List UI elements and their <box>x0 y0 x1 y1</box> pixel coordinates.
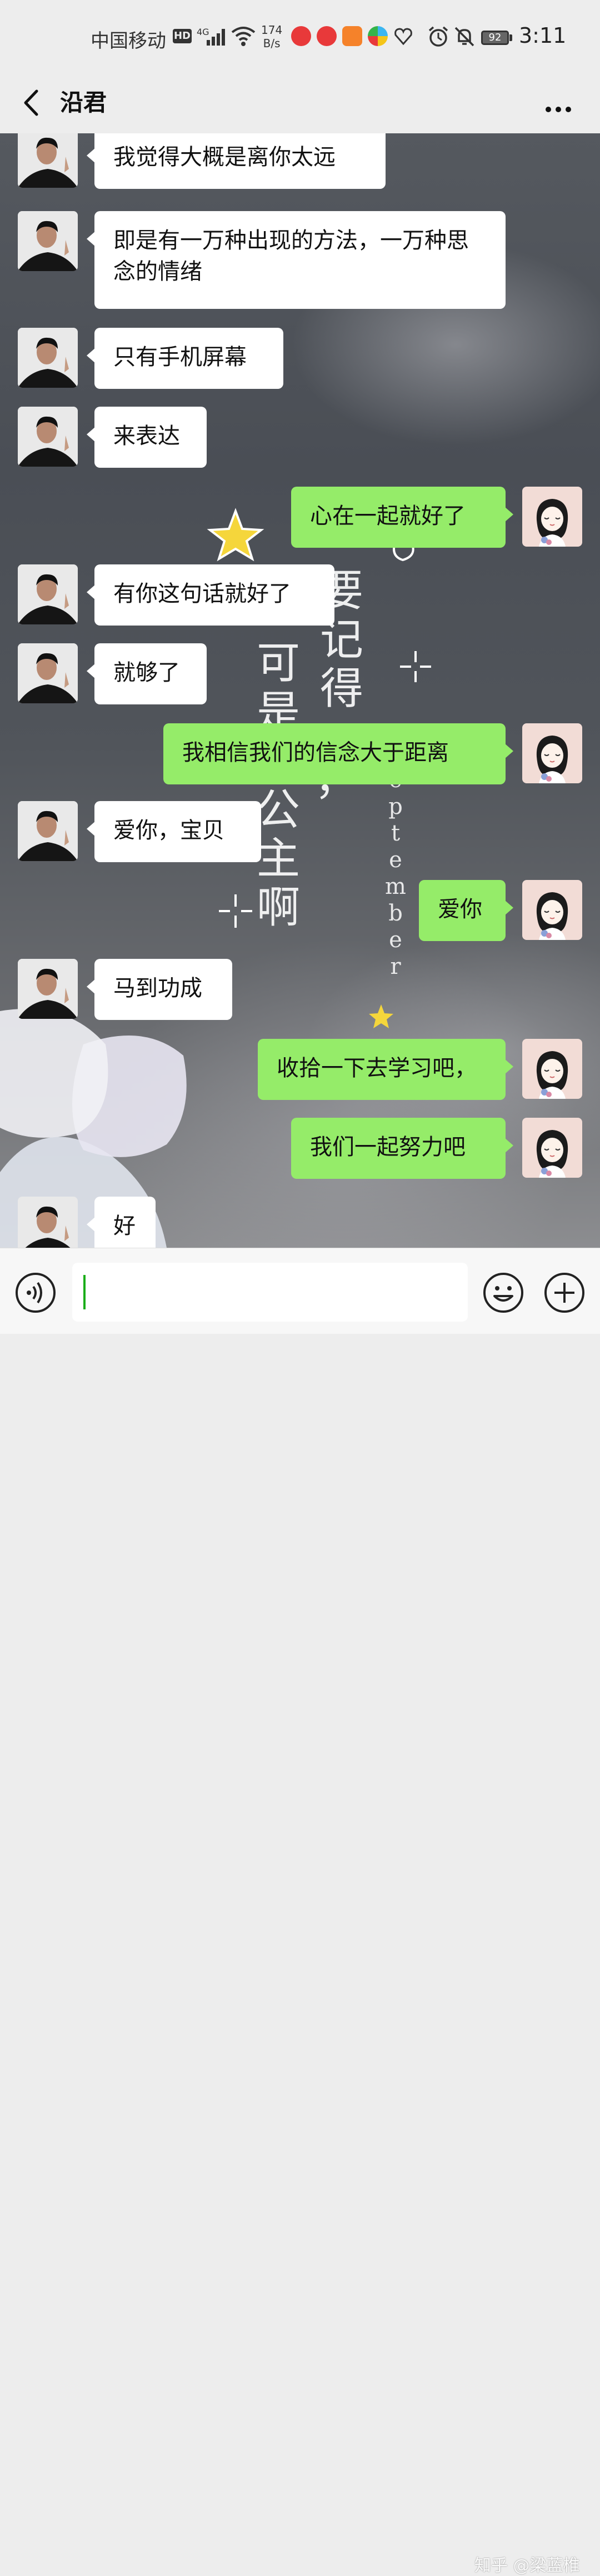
chat-area[interactable]: 要记得 可是不公主啊 ， eptember 我觉得大概是离你太远 即是有一万种出… <box>0 133 600 1248</box>
message-bubble[interactable]: 好 <box>87 1197 156 1248</box>
input-bar: 知乎 @梁蓝椎 <box>0 1248 600 2575</box>
watermark: 知乎 @梁蓝椎 <box>474 2556 580 2575</box>
my-avatar[interactable] <box>522 487 582 547</box>
message-bubble[interactable]: 就够了 <box>87 643 207 704</box>
contact-avatar[interactable] <box>18 407 78 467</box>
app-notification-icon <box>291 26 311 46</box>
contact-avatar[interactable] <box>18 959 78 1019</box>
video-app-icon <box>342 26 362 46</box>
message-bubble[interactable]: 我觉得大概是离你太远 <box>87 133 386 189</box>
outgoing-message: 收拾一下去学习吧， <box>0 1039 600 1100</box>
my-avatar[interactable] <box>522 880 582 940</box>
wifi-icon <box>231 27 256 46</box>
back-button[interactable] <box>17 83 44 122</box>
outgoing-message: 我相信我们的信念大于距离 <box>0 723 600 784</box>
app-notification-icon <box>317 26 337 46</box>
message-bubble[interactable]: 爱你，宝贝 <box>87 801 261 862</box>
message-input[interactable] <box>72 1263 468 1322</box>
incoming-message: 好 <box>0 1197 600 1248</box>
plus-icon[interactable] <box>543 1272 586 1314</box>
contact-avatar[interactable] <box>18 211 78 271</box>
contact-avatar[interactable] <box>18 801 78 861</box>
message-bubble[interactable]: 马到功成 <box>87 959 232 1020</box>
contact-avatar[interactable] <box>18 1197 78 1248</box>
message-bubble[interactable]: 心在一起就好了 <box>291 487 513 548</box>
heart-icon <box>394 28 412 46</box>
outgoing-message: 我们一起努力吧 <box>0 1118 600 1179</box>
contact-avatar[interactable] <box>18 328 78 388</box>
my-avatar[interactable] <box>522 1039 582 1099</box>
message-bubble[interactable]: 爱你 <box>419 880 513 941</box>
message-bubble[interactable]: 来表达 <box>87 407 207 468</box>
incoming-message: 有你这句话就好了 <box>0 564 600 626</box>
battery-tip <box>509 34 512 41</box>
carrier-name: 中国移动 <box>91 30 166 52</box>
incoming-message: 即是有一万种出现的方法，一万种思念的情绪 <box>0 211 600 309</box>
incoming-message: 就够了 <box>0 643 600 704</box>
chat-title: 沿君 <box>60 89 107 116</box>
network-speed-unit: B/s <box>263 37 281 50</box>
contact-avatar[interactable] <box>18 643 78 703</box>
network-speed-value: 174 <box>261 23 283 37</box>
voice-icon[interactable] <box>14 1272 57 1314</box>
more-options-button[interactable] <box>539 83 578 122</box>
alarm-icon <box>428 26 448 47</box>
hd-badge: HD <box>173 29 192 43</box>
incoming-message: 我觉得大概是离你太远 <box>0 133 600 189</box>
message-bubble[interactable]: 收拾一下去学习吧， <box>258 1039 513 1100</box>
message-bubble[interactable]: 即是有一万种出现的方法，一万种思念的情绪 <box>87 211 506 309</box>
background-english-text: eptember <box>385 767 406 979</box>
incoming-message: 只有手机屏幕 <box>0 328 600 389</box>
incoming-message: 来表达 <box>0 407 600 468</box>
message-bubble[interactable]: 我们一起努力吧 <box>291 1118 513 1179</box>
browser-app-icon <box>368 26 388 46</box>
text-caret <box>83 1275 86 1309</box>
network-type: 4G <box>197 27 209 37</box>
battery-icon: 92 <box>481 31 509 45</box>
clock: 3:11 <box>519 23 567 48</box>
message-bubble[interactable]: 只有手机屏幕 <box>87 328 283 389</box>
outgoing-message: 心在一起就好了 <box>0 487 600 548</box>
chat-header: 沿君 <box>0 72 600 133</box>
message-bubble[interactable]: 我相信我们的信念大于距离 <box>163 723 513 784</box>
mute-icon <box>454 27 474 47</box>
network-speed: 174 B/s <box>261 23 282 50</box>
outgoing-message: 爱你 <box>0 880 600 941</box>
contact-avatar[interactable] <box>18 133 78 188</box>
message-bubble[interactable]: 有你这句话就好了 <box>87 564 334 626</box>
incoming-message: 爱你，宝贝 <box>0 801 600 862</box>
status-bar: 中国移动 HD 4G 174 B/s 92 3:11 <box>0 0 600 72</box>
my-avatar[interactable] <box>522 1118 582 1178</box>
contact-avatar[interactable] <box>18 564 78 624</box>
emoji-icon[interactable] <box>482 1272 524 1314</box>
incoming-message: 马到功成 <box>0 959 600 1020</box>
my-avatar[interactable] <box>522 723 582 783</box>
